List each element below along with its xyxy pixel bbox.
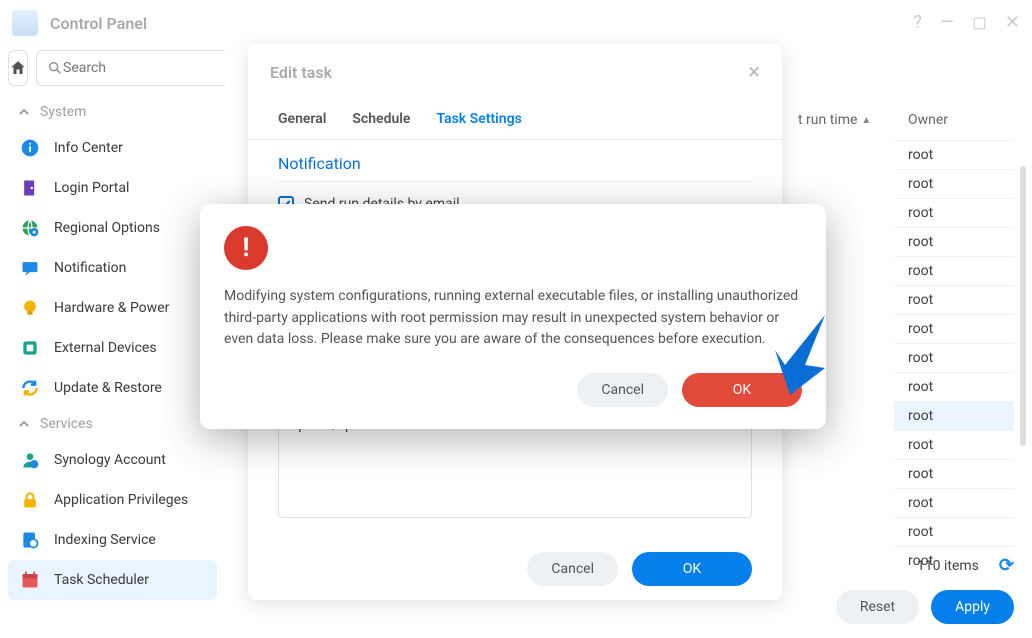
- bulb-icon: [20, 298, 40, 318]
- sidebar-item-external-devices[interactable]: External Devices: [8, 328, 217, 368]
- close-icon[interactable]: ✕: [1005, 14, 1020, 32]
- table-row[interactable]: root: [894, 198, 1014, 227]
- sidebar-item-info-center[interactable]: Info Center: [8, 128, 217, 168]
- table-row[interactable]: root: [894, 314, 1014, 343]
- owner-column-rows: rootrootrootrootrootrootrootrootrootroot…: [894, 140, 1014, 575]
- sidebar-item-login-portal[interactable]: Login Portal: [8, 168, 217, 208]
- help-icon[interactable]: ?: [913, 14, 922, 32]
- table-row[interactable]: root: [894, 459, 1014, 488]
- warning-text: Modifying system configurations, running…: [224, 286, 802, 351]
- dialog-tabs: General Schedule Task Settings: [248, 101, 782, 140]
- sidebar-item-label: Indexing Service: [54, 532, 156, 548]
- calendar-icon: [20, 570, 40, 590]
- window-title: Control Panel: [50, 14, 913, 33]
- chevron-up-icon: [18, 418, 30, 430]
- warn-cancel-button[interactable]: Cancel: [577, 373, 668, 407]
- table-row[interactable]: root: [894, 256, 1014, 285]
- sidebar-item-label: Hardware & Power: [54, 300, 169, 316]
- sidebar-item-task-scheduler[interactable]: Task Scheduler: [8, 560, 217, 600]
- column-label: t run time: [798, 112, 857, 128]
- sidebar-item-label: Regional Options: [54, 220, 160, 236]
- reset-button[interactable]: Reset: [836, 590, 919, 624]
- sidebar: System Info Center Login Portal Regional…: [0, 46, 225, 638]
- sidebar-item-indexing-service[interactable]: Indexing Service: [8, 520, 217, 560]
- dialog-close-icon[interactable]: ×: [748, 60, 760, 85]
- edit-ok-button[interactable]: OK: [632, 552, 752, 586]
- table-row[interactable]: root: [894, 343, 1014, 372]
- sort-asc-icon: ▲: [861, 115, 871, 126]
- tab-schedule[interactable]: Schedule: [352, 101, 410, 139]
- table-row[interactable]: root: [894, 169, 1014, 198]
- warning-icon: !: [224, 226, 268, 270]
- group-label: Services: [40, 416, 93, 432]
- column-header-runtime[interactable]: t run time ▲: [784, 100, 894, 140]
- search-input-wrap[interactable]: [36, 50, 225, 86]
- sidebar-item-label: Login Portal: [54, 180, 129, 196]
- table-row[interactable]: root: [894, 517, 1014, 546]
- refresh-button[interactable]: ⟳: [999, 555, 1014, 576]
- home-button[interactable]: [8, 50, 28, 86]
- door-icon: [20, 178, 40, 198]
- sidebar-item-label: Task Scheduler: [54, 572, 149, 588]
- table-footer: 110 items ⟳: [917, 555, 1014, 576]
- sidebar-item-label: Synology Account: [54, 452, 166, 468]
- refresh-icon: [20, 378, 40, 398]
- column-header-owner[interactable]: Owner: [894, 100, 1014, 140]
- table-row[interactable]: root: [894, 488, 1014, 517]
- titlebar: Control Panel ? — ◻ ✕: [0, 0, 1032, 46]
- search-icon: [47, 60, 63, 76]
- sidebar-item-regional-options[interactable]: Regional Options: [8, 208, 217, 248]
- table-row[interactable]: root: [894, 140, 1014, 169]
- search-file-icon: [20, 530, 40, 550]
- group-label: System: [40, 104, 86, 120]
- info-icon: [20, 138, 40, 158]
- bottom-actions: Reset Apply: [836, 590, 1014, 624]
- table-row[interactable]: root: [894, 227, 1014, 256]
- sidebar-item-notification[interactable]: Notification: [8, 248, 217, 288]
- user-icon: [20, 450, 40, 470]
- group-header-services[interactable]: Services: [8, 408, 217, 440]
- sidebar-item-label: External Devices: [54, 340, 157, 356]
- search-input[interactable]: [63, 60, 225, 76]
- sidebar-item-label: Info Center: [54, 140, 123, 156]
- maximize-icon[interactable]: ◻: [972, 14, 987, 32]
- sidebar-item-label: Update & Restore: [54, 380, 162, 396]
- table-header: t run time ▲ Owner: [784, 100, 1014, 140]
- table-row[interactable]: root: [894, 401, 1014, 430]
- lock-icon: [20, 490, 40, 510]
- table-row[interactable]: root: [894, 285, 1014, 314]
- warning-dialog: ! Modifying system configurations, runni…: [200, 204, 826, 429]
- sidebar-item-update-restore[interactable]: Update & Restore: [8, 368, 217, 408]
- window-controls: ? — ◻ ✕: [913, 14, 1020, 32]
- table-row[interactable]: root: [894, 430, 1014, 459]
- minimize-icon[interactable]: —: [940, 14, 954, 32]
- sidebar-item-hardware-power[interactable]: Hardware & Power: [8, 288, 217, 328]
- table-row[interactable]: root: [894, 372, 1014, 401]
- warn-ok-button[interactable]: OK: [682, 373, 802, 407]
- row-count: 110 items: [917, 558, 979, 574]
- edit-cancel-button[interactable]: Cancel: [527, 552, 618, 586]
- dialog-title: Edit task: [270, 63, 748, 82]
- app-icon: [12, 10, 38, 36]
- column-label: Owner: [908, 112, 948, 128]
- chat-icon: [20, 258, 40, 278]
- sidebar-item-synology-account[interactable]: Synology Account: [8, 440, 217, 480]
- section-heading: Notification: [278, 154, 752, 182]
- sidebar-item-label: Notification: [54, 260, 126, 276]
- tab-task-settings[interactable]: Task Settings: [436, 101, 521, 139]
- apply-button[interactable]: Apply: [931, 590, 1014, 624]
- globe-icon: [20, 218, 40, 238]
- sidebar-item-application-privileges[interactable]: Application Privileges: [8, 480, 217, 520]
- device-icon: [20, 338, 40, 358]
- chevron-up-icon: [18, 106, 30, 118]
- sidebar-item-label: Application Privileges: [54, 492, 188, 508]
- scrollbar[interactable]: [1020, 166, 1026, 446]
- home-icon: [9, 59, 27, 77]
- tab-general[interactable]: General: [278, 101, 326, 139]
- group-header-system[interactable]: System: [8, 96, 217, 128]
